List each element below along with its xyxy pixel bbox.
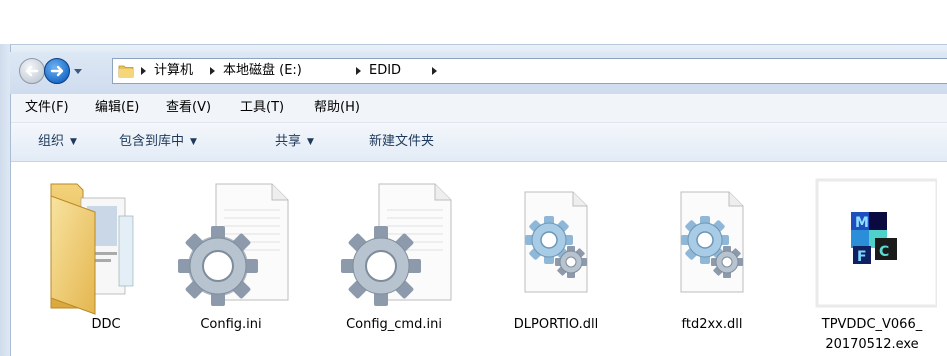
address-box[interactable]: 计算机 本地磁盘 (E:) EDID bbox=[112, 58, 947, 84]
back-button[interactable] bbox=[19, 58, 45, 84]
file-item-dlportio-dll[interactable]: DLPORTIO.dll bbox=[491, 162, 621, 356]
command-bar: 组织 ▼ 包含到库中 ▼ 共享 ▼ 新建文件夹 bbox=[11, 123, 947, 162]
file-name-line-2: 20170512.exe bbox=[825, 337, 919, 352]
file-item-tpvddc-exe[interactable]: M F C TPVDDC_V066_ 20170512.exe bbox=[807, 162, 937, 356]
breadcrumb-edid[interactable]: EDID bbox=[369, 59, 401, 83]
chevron-down-icon: ▼ bbox=[190, 137, 197, 147]
breadcrumb-computer[interactable]: 计算机 bbox=[154, 59, 193, 83]
chevron-down-icon: ▼ bbox=[307, 137, 314, 147]
file-name-line-1: TPVDDC_V066_ bbox=[821, 317, 923, 332]
dll-file-icon bbox=[524, 191, 588, 293]
menu-edit[interactable]: 编辑(E) bbox=[95, 94, 139, 122]
organize-button[interactable]: 组织 ▼ bbox=[38, 123, 77, 161]
file-name: Config_cmd.ini bbox=[346, 317, 442, 332]
svg-text:M: M bbox=[855, 215, 869, 231]
dll-file-icon bbox=[680, 191, 744, 293]
file-name: ftd2xx.dll bbox=[681, 317, 743, 332]
svg-text:C: C bbox=[879, 244, 889, 260]
menu-bar: 文件(F) 编辑(E) 查看(V) 工具(T) 帮助(H) bbox=[11, 94, 947, 123]
file-item-ddc[interactable]: DDC bbox=[41, 162, 171, 356]
file-name: DLPORTIO.dll bbox=[513, 317, 599, 332]
mfc-application-icon: M F C bbox=[815, 178, 937, 308]
new-folder-button[interactable]: 新建文件夹 bbox=[369, 123, 434, 161]
breadcrumb-local-disk[interactable]: 本地磁盘 (E:) bbox=[223, 59, 302, 83]
desktop-background bbox=[0, 0, 947, 44]
file-name: DDC bbox=[91, 317, 121, 332]
file-item-ftd2xx-dll[interactable]: ftd2xx.dll bbox=[647, 162, 777, 356]
include-in-library-button[interactable]: 包含到库中 ▼ bbox=[119, 123, 197, 161]
breadcrumb-separator-icon[interactable] bbox=[432, 67, 438, 75]
back-arrow-icon bbox=[25, 65, 39, 77]
file-item-config-ini[interactable]: Config.ini bbox=[166, 162, 296, 356]
menu-tools[interactable]: 工具(T) bbox=[240, 94, 284, 122]
folder-icon bbox=[50, 183, 134, 315]
forward-arrow-icon bbox=[50, 65, 64, 77]
recent-pages-dropdown-icon[interactable] bbox=[73, 68, 83, 76]
settings-file-icon bbox=[341, 183, 452, 306]
menu-view[interactable]: 查看(V) bbox=[166, 94, 211, 122]
file-list: DDC Config.ini Config_cmd.ini DLPORTIO.d… bbox=[11, 162, 947, 356]
svg-text:F: F bbox=[857, 249, 867, 265]
navigation-bar: 计算机 本地磁盘 (E:) EDID bbox=[10, 52, 947, 94]
file-item-config-cmd-ini[interactable]: Config_cmd.ini bbox=[329, 162, 459, 356]
breadcrumb-separator-icon[interactable] bbox=[210, 67, 216, 75]
forward-button[interactable] bbox=[44, 58, 70, 84]
folder-icon bbox=[118, 65, 134, 78]
breadcrumb-separator-icon[interactable] bbox=[356, 67, 362, 75]
chevron-down-icon: ▼ bbox=[70, 137, 77, 147]
breadcrumb-separator-icon[interactable] bbox=[141, 67, 147, 75]
include-in-library-label: 包含到库中 bbox=[119, 134, 185, 149]
settings-file-icon bbox=[178, 183, 289, 306]
file-name: Config.ini bbox=[200, 317, 262, 332]
menu-help[interactable]: 帮助(H) bbox=[314, 94, 360, 122]
share-button[interactable]: 共享 ▼ bbox=[275, 123, 314, 161]
share-label: 共享 bbox=[275, 134, 302, 149]
organize-label: 组织 bbox=[38, 134, 65, 149]
menu-file[interactable]: 文件(F) bbox=[25, 94, 69, 122]
